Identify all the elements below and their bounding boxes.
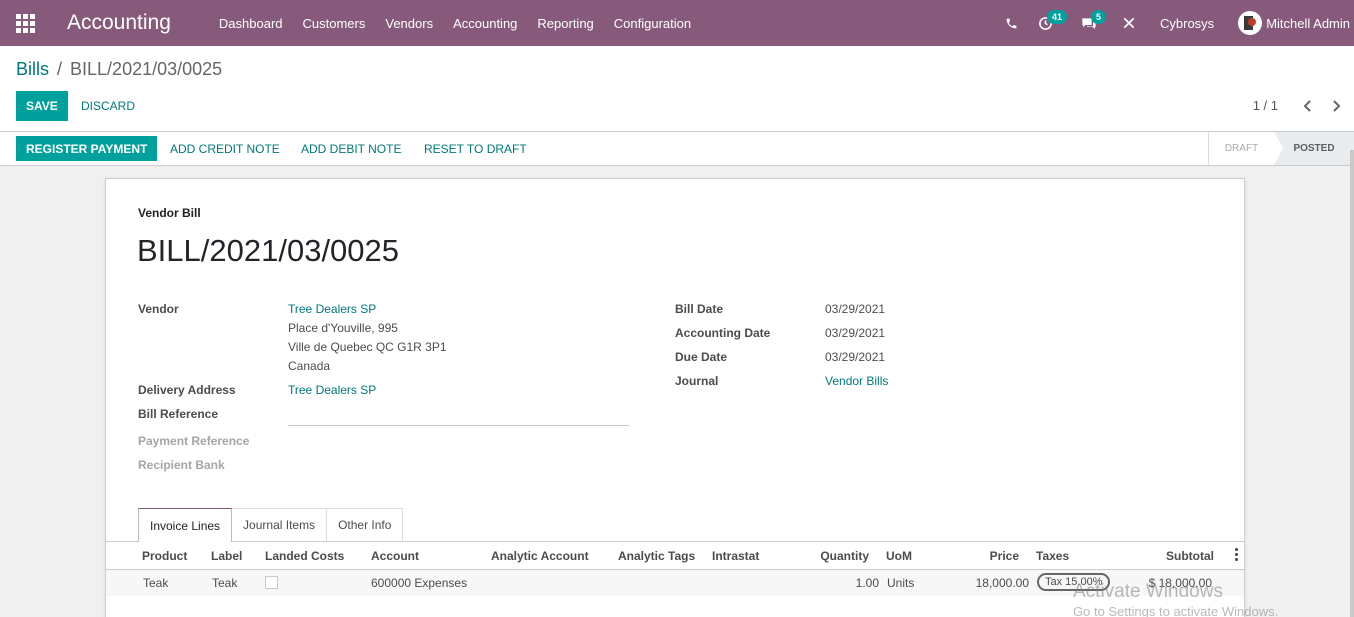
activity-count-badge: 41 — [1047, 10, 1068, 24]
form-sheet: Vendor Bill BILL/2021/03/0025 Vendor Tre… — [105, 178, 1245, 617]
debug-tools-icon[interactable] — [1112, 0, 1146, 46]
pager-previous-icon[interactable] — [1300, 96, 1316, 116]
apps-menu-icon[interactable] — [0, 0, 50, 46]
optional-columns-icon[interactable] — [1235, 548, 1239, 561]
discard-button[interactable]: DISCARD — [81, 91, 135, 121]
column-taxes[interactable]: Taxes — [1036, 549, 1069, 563]
activation-watermark-title: Activate Windows — [1073, 581, 1223, 602]
column-subtotal[interactable]: Subtotal — [1134, 549, 1214, 563]
company-switcher[interactable]: Cybrosys — [1160, 16, 1214, 31]
pager-next-icon[interactable] — [1328, 96, 1344, 116]
menu-vendors[interactable]: Vendors — [375, 16, 443, 31]
bill-reference-label: Bill Reference — [138, 407, 219, 421]
column-price[interactable]: Price — [959, 549, 1019, 563]
stage-posted-label: POSTED — [1293, 143, 1335, 154]
column-analytic-tags[interactable]: Analytic Tags — [618, 549, 695, 563]
stage-draft[interactable]: DRAFT — [1208, 132, 1283, 165]
delivery-address-link[interactable]: Tree Dealers SP — [288, 383, 376, 397]
vendor-link[interactable]: Tree Dealers SP — [288, 302, 376, 316]
row-product: Teak — [143, 576, 169, 590]
breadcrumb-bills[interactable]: Bills — [16, 59, 49, 80]
column-label[interactable]: Label — [211, 549, 242, 563]
row-price: 18,000.00 — [975, 576, 1029, 590]
reset-to-draft-button[interactable]: RESET TO DRAFT — [424, 136, 527, 161]
bill-reference-input[interactable] — [288, 408, 629, 426]
breadcrumb-separator: / — [57, 59, 63, 79]
control-panel: Bills / BILL/2021/03/0025 SAVE DISCARD 1… — [0, 46, 1354, 132]
invoice-lines-header: Product Label Landed Costs Account Analy… — [106, 542, 1244, 570]
column-intrastat[interactable]: Intrastat — [712, 549, 759, 563]
top-navbar: Accounting Dashboard Customers Vendors A… — [0, 0, 1354, 46]
save-button[interactable]: SAVE — [16, 91, 68, 121]
landed-costs-checkbox[interactable] — [265, 576, 278, 589]
bill-number-title: BILL/2021/03/0025 — [137, 233, 400, 268]
vendor-label: Vendor — [138, 302, 179, 316]
phone-icon[interactable] — [994, 0, 1028, 46]
activity-clock-icon[interactable]: 41 — [1028, 0, 1068, 46]
user-name: Mitchell Admin — [1266, 15, 1350, 31]
column-product[interactable]: Product — [142, 549, 187, 563]
menu-customers[interactable]: Customers — [293, 16, 376, 31]
vendor-address-line2: Ville de Quebec QC G1R 3P1 — [288, 340, 447, 354]
column-quantity[interactable]: Quantity — [806, 549, 869, 563]
journal-label: Journal — [675, 374, 719, 388]
main-menu: Dashboard Customers Vendors Accounting R… — [209, 16, 701, 31]
bill-date-value: 03/29/2021 — [825, 302, 886, 316]
delivery-address-label: Delivery Address — [138, 383, 236, 397]
payment-reference-label: Payment Reference — [138, 434, 250, 448]
avatar — [1238, 11, 1263, 35]
journal-link[interactable]: Vendor Bills — [825, 374, 888, 388]
document-type-label: Vendor Bill — [138, 206, 201, 220]
accounting-date-label: Accounting Date — [675, 326, 771, 340]
page-scrollbar[interactable] — [1350, 150, 1354, 617]
due-date-label: Due Date — [675, 350, 728, 364]
due-date-value: 03/29/2021 — [825, 350, 886, 364]
activation-watermark-subtitle: Go to Settings to activate Windows. — [1073, 604, 1279, 617]
column-uom[interactable]: UoM — [886, 549, 912, 563]
messages-icon[interactable]: 5 — [1072, 0, 1107, 46]
recipient-bank-label: Recipient Bank — [138, 458, 225, 472]
message-count-badge: 5 — [1091, 10, 1107, 24]
form-statusbar: REGISTER PAYMENT ADD CREDIT NOTE ADD DEB… — [0, 132, 1354, 166]
tab-journal-items[interactable]: Journal Items — [231, 508, 328, 541]
column-analytic-account[interactable]: Analytic Account — [491, 549, 589, 563]
column-account[interactable]: Account — [371, 549, 419, 563]
column-landed-costs[interactable]: Landed Costs — [265, 549, 344, 563]
user-menu[interactable]: Mitchell Admin — [1238, 11, 1350, 35]
row-uom: Units — [887, 576, 915, 590]
notebook-tabs: Invoice Lines Journal Items Other Info — [138, 508, 404, 542]
breadcrumb-current: BILL/2021/03/0025 — [70, 59, 223, 79]
stage-posted[interactable]: POSTED — [1274, 132, 1354, 165]
accounting-date-value: 03/29/2021 — [825, 326, 886, 340]
menu-configuration[interactable]: Configuration — [604, 16, 701, 31]
vendor-address-line1: Place d'Youville, 995 — [288, 321, 398, 335]
pager-value[interactable]: 1 / 1 — [1253, 98, 1278, 113]
menu-dashboard[interactable]: Dashboard — [209, 16, 293, 31]
stage-draft-label: DRAFT — [1224, 143, 1259, 154]
register-payment-button[interactable]: REGISTER PAYMENT — [16, 136, 158, 161]
row-quantity: 1.00 — [855, 576, 879, 590]
stage-arrow — [1274, 132, 1283, 165]
app-name: Accounting — [67, 11, 171, 34]
row-label: Teak — [212, 576, 238, 590]
tab-other-info[interactable]: Other Info — [326, 508, 404, 541]
status-stages: DRAFT POSTED — [1208, 132, 1354, 165]
menu-reporting[interactable]: Reporting — [527, 16, 603, 31]
add-debit-note-button[interactable]: ADD DEBIT NOTE — [301, 136, 401, 161]
menu-accounting[interactable]: Accounting — [443, 16, 527, 31]
bill-date-label: Bill Date — [675, 302, 724, 316]
row-account: 600000 Expenses — [371, 576, 468, 590]
breadcrumb: Bills / BILL/2021/03/0025 — [16, 59, 222, 80]
navbar-systray: 41 5 Cybrosys Mitchell Admin — [994, 0, 1354, 46]
tab-invoice-lines[interactable]: Invoice Lines — [138, 508, 233, 542]
vendor-address-line3: Canada — [288, 359, 331, 373]
add-credit-note-button[interactable]: ADD CREDIT NOTE — [170, 136, 280, 161]
